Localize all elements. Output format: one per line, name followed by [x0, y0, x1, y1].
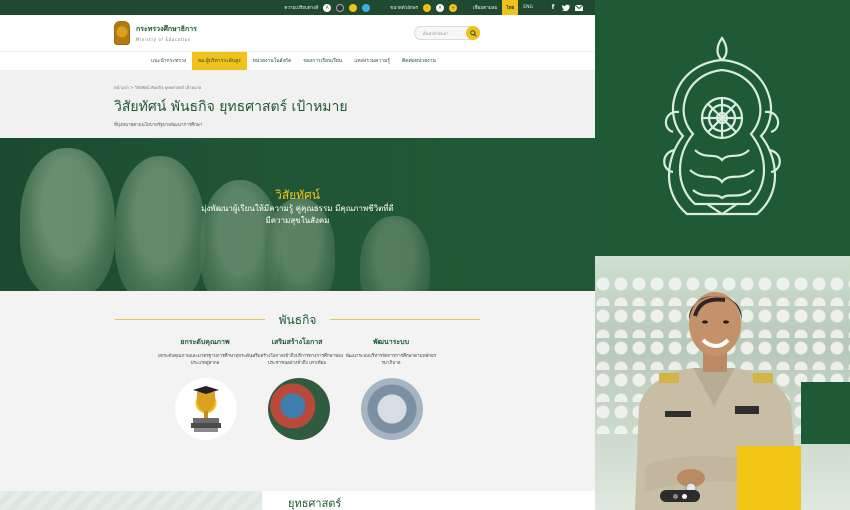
ministry-logo-icon[interactable]	[114, 21, 130, 45]
font-normal-button[interactable]: A	[436, 3, 445, 12]
mission-text: พัฒนาระบบบริหารจัดการการศึกษาตามหลักธรรม…	[345, 354, 437, 366]
website-screenshot: ความเปรียบต่างสี A ขนาดตัวอักษร - A + เช…	[0, 0, 595, 510]
hero-line-1: มุ่งพัฒนาผู้เรียนให้มีความรู้ คู่คุณธรรม…	[201, 204, 394, 213]
classroom-image	[268, 378, 330, 440]
main-nav: แนะนำกระทรวง ผอ.ผู้บริหารระดับสูง หน่วยง…	[0, 51, 595, 71]
brand-name-en: Ministry of Education	[136, 37, 191, 42]
strategy-title: ยุทธศาสตร์	[288, 497, 342, 510]
font-size-label: ขนาดตัวอักษร	[390, 6, 419, 11]
brand-name-th: กระทรวงศึกษาธิการ	[136, 25, 197, 33]
mission-title: พันธกิจ	[278, 313, 317, 327]
contrast-blue-button[interactable]	[362, 3, 371, 12]
search-input[interactable]: ค้นหาคำค้นหา	[414, 26, 480, 40]
font-decrease-button[interactable]: -	[423, 3, 432, 12]
lang-th-button[interactable]: ไทย	[502, 0, 519, 15]
hero-line-2: มีความสุขในสังคม	[265, 216, 330, 225]
mission-heading: พัฒนาระบบ	[372, 338, 410, 346]
breadcrumb[interactable]: หน้าแรก > วิสัยทัศน์ พันธกิจ ยุทธศาสตร์ …	[114, 84, 595, 91]
nav-item-agencies[interactable]: หน่วยงานในสังกัด	[247, 52, 298, 70]
mission-item: พัฒนาระบบ พัฒนาระบบบริหารจัดการการศึกษาต…	[341, 337, 441, 367]
contrast-normal-button[interactable]: A	[323, 3, 332, 12]
lang-en-button[interactable]: ENG	[523, 5, 533, 10]
sitemap-link[interactable]: เชื่อมตามลม	[473, 4, 497, 11]
mission-text: ยกระดับคุณภาพและมาตรฐานการศึกษาทุกระดับป…	[158, 354, 252, 366]
contrast-dark-button[interactable]	[336, 3, 345, 12]
nav-item-learning[interactable]: ของการเรียนเรียน	[297, 52, 348, 70]
hero-text: มุ่งพัฒนาผู้เรียนให้มีความรู้ คู่คุณธรรม…	[0, 203, 595, 227]
ministry-emblem-icon	[663, 36, 781, 216]
decorative-green-square	[801, 382, 850, 444]
font-increase-button[interactable]: +	[449, 3, 458, 12]
brand[interactable]: กระทรวงศึกษาธิการ Ministry of Education	[136, 24, 197, 42]
strategy-section: ยุทธศาสตร์	[0, 491, 595, 510]
vision-hero-banner: วิสัยทัศน์ มุ่งพัฒนาผู้เรียนให้มีความรู้…	[0, 138, 595, 293]
facebook-icon[interactable]: f	[549, 4, 557, 12]
utility-bar: ความเปรียบต่างสี A ขนาดตัวอักษร - A + เช…	[0, 0, 595, 15]
page-title: วิสัยทัศน์ พันธกิจ ยุทธศาสตร์ เป้าหมาย	[114, 99, 348, 115]
decorative-yellow-square	[737, 446, 801, 510]
nav-item-knowledge[interactable]: แหล่งรวมความรู้	[348, 52, 396, 70]
search-placeholder: ค้นหาคำค้นหา	[423, 30, 449, 36]
trophy-books-image	[175, 378, 237, 440]
mail-icon[interactable]	[575, 4, 583, 12]
mission-item: ยกระดับคุณภาพ ยกระดับคุณภาพและมาตรฐานการ…	[155, 337, 255, 367]
mission-section: พันธกิจ ยกระดับคุณภาพ ยกระดับคุณภาพและมา…	[0, 291, 595, 491]
students-image	[361, 378, 423, 440]
mission-text: เสริมสร้างโอกาสเข้าถึงบริการทางการศึกษาข…	[250, 354, 344, 366]
contrast-label: ความเปรียบต่างสี	[284, 6, 319, 11]
mission-item: เสริมสร้างโอกาส เสริมสร้างโอกาสเข้าถึงบร…	[247, 337, 347, 367]
slide-dot[interactable]	[673, 493, 678, 499]
mission-heading: เสริมสร้างโอกาส	[271, 338, 323, 346]
site-header: กระทรวงศึกษาธิการ Ministry of Education …	[0, 15, 595, 51]
mission-heading: ยกระดับคุณภาพ	[180, 338, 230, 346]
nav-item-executives[interactable]: ผอ.ผู้บริหารระดับสูง	[192, 52, 247, 70]
contrast-yellow-button[interactable]	[349, 3, 358, 12]
emblem-panel	[595, 0, 850, 256]
slide-indicator[interactable]	[660, 490, 700, 502]
twitter-icon[interactable]	[562, 4, 570, 12]
page-subtitle: ที่มุ่งหมายตามนโยบายรัฐบาลพัฒนาการศึกษา	[114, 123, 203, 128]
slide-dot-active[interactable]	[682, 493, 687, 499]
strategy-image	[0, 491, 262, 510]
nav-item-contact[interactable]: ติดต่อหน่วยงาน	[396, 52, 442, 70]
nav-item-about[interactable]: แนะนำกระทรวง	[145, 52, 192, 70]
search-icon[interactable]	[466, 26, 480, 40]
page: ความเปรียบต่างสี A ขนาดตัวอักษร - A + เช…	[0, 0, 850, 510]
page-title-area: หน้าแรก > วิสัยทัศน์ พันธกิจ ยุทธศาสตร์ …	[0, 71, 595, 138]
